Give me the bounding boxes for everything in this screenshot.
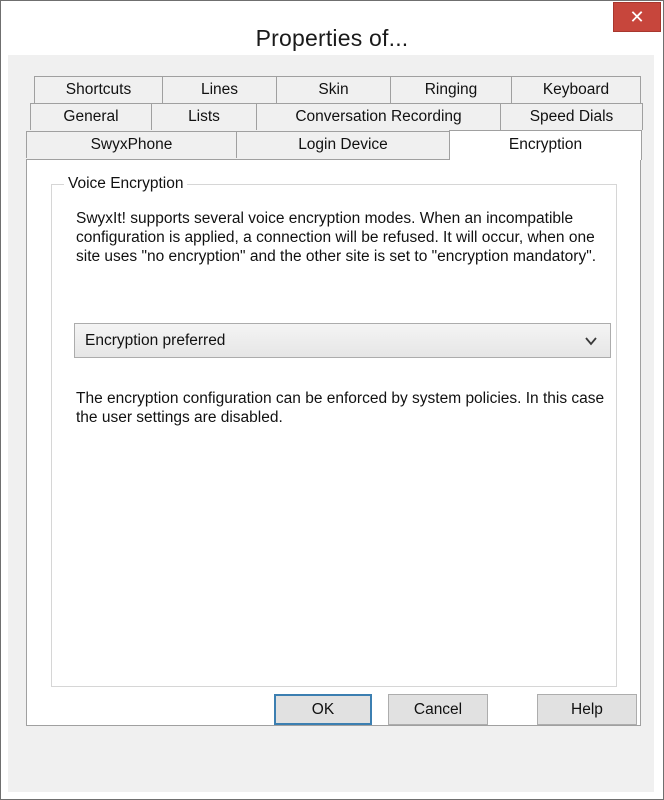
tab-label: Encryption bbox=[508, 136, 583, 153]
policy-note: The encryption configuration can be enfo… bbox=[76, 390, 605, 426]
tab-swyxphone[interactable]: SwyxPhone bbox=[26, 131, 237, 158]
tab-label: Conversation Recording bbox=[295, 108, 462, 125]
tab-label: General bbox=[63, 108, 119, 125]
group-title: Voice Encryption bbox=[64, 175, 188, 193]
encryption-mode-select[interactable]: Encryption preferred bbox=[74, 323, 611, 358]
button-label: Help bbox=[571, 700, 603, 718]
tab-label: Keyboard bbox=[542, 81, 610, 98]
tab-label: Lists bbox=[188, 108, 220, 125]
tab-encryption[interactable]: Encryption bbox=[449, 130, 642, 160]
button-label: Cancel bbox=[413, 700, 463, 718]
tab-general[interactable]: General bbox=[30, 103, 152, 130]
tab-panel-encryption: Voice Encryption SwyxIt! supports severa… bbox=[26, 159, 641, 726]
tab-label: Speed Dials bbox=[529, 108, 614, 125]
tab-label: SwyxPhone bbox=[90, 136, 173, 153]
tab-keyboard[interactable]: Keyboard bbox=[511, 76, 641, 103]
tab-label: Lines bbox=[200, 81, 239, 98]
tab-label: Shortcuts bbox=[65, 81, 132, 98]
cancel-button[interactable]: Cancel bbox=[388, 694, 488, 725]
help-button[interactable]: Help bbox=[537, 694, 637, 725]
tab-conversation-recording[interactable]: Conversation Recording bbox=[256, 103, 501, 130]
voice-encryption-group: Voice Encryption SwyxIt! supports severa… bbox=[51, 175, 617, 687]
close-button[interactable]: ✕ bbox=[613, 2, 661, 32]
tab-label: Skin bbox=[318, 81, 349, 98]
tab-label: Login Device bbox=[298, 136, 388, 153]
selected-value: Encryption preferred bbox=[85, 332, 226, 349]
tab-speed-dials[interactable]: Speed Dials bbox=[500, 103, 643, 130]
encryption-description: SwyxIt! supports several voice encryptio… bbox=[76, 210, 597, 265]
tab-ringing[interactable]: Ringing bbox=[390, 76, 512, 103]
tab-lists[interactable]: Lists bbox=[151, 103, 257, 130]
tab-skin[interactable]: Skin bbox=[276, 76, 391, 103]
button-label: OK bbox=[311, 700, 335, 718]
window-title: Properties of... bbox=[255, 25, 409, 51]
chevron-down-icon bbox=[585, 337, 597, 346]
tab-login-device[interactable]: Login Device bbox=[236, 131, 450, 158]
ok-button[interactable]: OK bbox=[274, 694, 372, 725]
tab-label: Ringing bbox=[424, 81, 478, 98]
tab-lines[interactable]: Lines bbox=[162, 76, 277, 103]
tab-shortcuts[interactable]: Shortcuts bbox=[34, 76, 163, 103]
close-icon: ✕ bbox=[629, 6, 645, 27]
